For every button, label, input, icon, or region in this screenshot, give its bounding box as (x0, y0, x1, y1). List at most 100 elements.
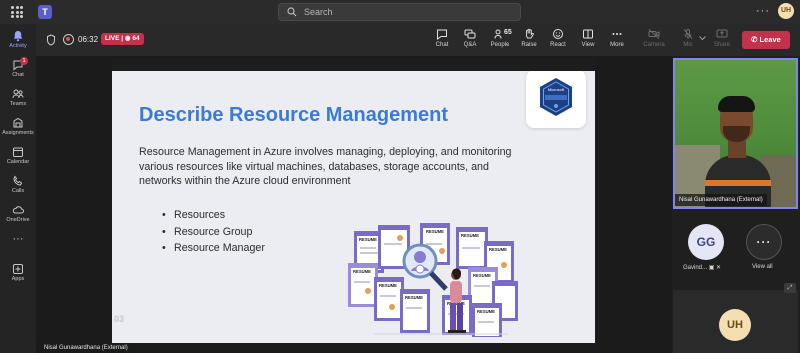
rail-label: Assignments (2, 130, 34, 136)
search-icon (287, 7, 297, 17)
chevron-down-icon[interactable] (699, 36, 706, 41)
presenter-name-label: Nisal Gunawardhana (External) (36, 343, 134, 353)
participant-avatar-gg[interactable]: GG (688, 224, 724, 260)
recording-icon (63, 34, 74, 45)
rail-item-calls[interactable]: Calls (0, 173, 36, 203)
live-label: LIVE (105, 35, 120, 42)
hand-icon (526, 28, 534, 39)
slide-bullets: Resources Resource Group Resource Manage… (162, 207, 265, 257)
more-options-icon[interactable]: ··· (756, 5, 770, 17)
search-input[interactable]: Search (278, 3, 521, 21)
rail-label: OneDrive (6, 217, 30, 223)
teams-icon (12, 89, 24, 99)
meeting-toolbar: 06:32 LIVE | ◉ 64 Chat Q&A 65 People Rai… (36, 24, 800, 56)
mic-label: Mic (683, 42, 693, 48)
more-label: More (610, 42, 624, 48)
slide-number: 03 (114, 314, 125, 324)
rail-item-calendar[interactable]: Calendar (0, 144, 36, 174)
rail-item-onedrive[interactable]: OneDrive (0, 202, 36, 232)
resume-label: RESUME (405, 295, 423, 300)
raise-label: Raise (521, 42, 537, 48)
rail-item-apps[interactable]: Apps (0, 261, 36, 291)
resume-illustration: RESUME RESUME RESUME RESUME RESUME RESUM… (348, 223, 518, 337)
qa-button[interactable]: Q&A (456, 28, 484, 48)
calendar-icon (13, 147, 23, 157)
presenter-video[interactable] (673, 58, 798, 209)
slide-header-band (112, 58, 595, 71)
video-person-stripe (705, 180, 771, 186)
leave-button[interactable]: ✆ Leave (742, 31, 790, 49)
rail-item-activity[interactable]: Activity (0, 28, 36, 58)
resume-label: RESUME (473, 273, 491, 278)
mic-off-icon (683, 29, 693, 39)
meeting-timer: 06:32 (78, 35, 99, 44)
participant-label-gg: Gavind... ▣ ✕ (683, 264, 721, 271)
people-button[interactable]: 65 People (486, 28, 514, 48)
live-badge: LIVE | ◉ 64 (101, 33, 144, 45)
react-label: React (550, 42, 566, 48)
camera-label: Camera (643, 42, 665, 48)
smile-icon (553, 29, 563, 39)
viewer-count: 64 (132, 35, 140, 42)
teams-logo-icon: T (38, 5, 52, 19)
search-placeholder: Search (304, 7, 333, 17)
rail-label: Activity (9, 43, 27, 49)
self-avatar: UH (719, 309, 751, 341)
people-label: People (490, 42, 510, 48)
view-button[interactable]: View (574, 28, 602, 48)
rail-item-chat[interactable]: 1 Chat (0, 57, 36, 87)
share-button[interactable]: Share (708, 28, 736, 48)
participant-name: Gavind... (683, 265, 708, 271)
resume-label: RESUME (477, 309, 495, 314)
resume-label: RESUME (359, 237, 377, 242)
resume-label: RESUME (353, 269, 371, 274)
video-name-label: Nisal Gunawardhana (External) (675, 194, 767, 206)
camera-button[interactable]: Camera (640, 28, 668, 48)
expand-icon[interactable]: ⤢ (784, 283, 796, 293)
chat-button[interactable]: Chat (428, 28, 456, 48)
rail-item-teams[interactable]: Teams (0, 86, 36, 116)
share-icon (716, 29, 728, 38)
view-all-button[interactable]: ··· (746, 224, 782, 260)
assignments-icon (13, 117, 23, 128)
rail-label: Chat (12, 72, 24, 78)
mic-off-icon: ✕ (716, 265, 722, 271)
more-button[interactable]: More (603, 28, 631, 48)
bullet-item: Resource Manager (162, 240, 265, 257)
chat-icon (437, 29, 447, 40)
leave-label: Leave (759, 35, 781, 44)
layout-icon (583, 29, 593, 39)
slide-title: Describe Resource Management (139, 104, 449, 126)
chat-label: Chat (435, 42, 449, 48)
phone-hangup-icon: ✆ (751, 35, 760, 44)
resume-label: RESUME (461, 233, 479, 238)
video-person-hair (718, 96, 755, 112)
resume-label: RESUME (489, 247, 507, 252)
raise-hand-button[interactable]: Raise (515, 28, 543, 48)
people-count: 65 (504, 29, 512, 36)
bell-icon (13, 31, 23, 42)
plus-icon (13, 264, 23, 274)
share-label: Share (713, 42, 730, 48)
rail-more-icon[interactable]: ··· (0, 233, 36, 245)
camera-off-icon (648, 29, 660, 39)
qa-icon (464, 29, 476, 39)
azure-badge-icon: Microsoft (540, 78, 572, 116)
rail-item-assignments[interactable]: Assignments (0, 115, 36, 145)
user-avatar[interactable]: UH (778, 3, 794, 19)
mic-button[interactable]: Mic (674, 28, 702, 48)
app-rail: Activity 1 Chat Teams Assignments Calend… (0, 24, 36, 353)
more-icon (612, 33, 622, 35)
react-button[interactable]: React (544, 28, 572, 48)
resume-label: RESUME (426, 229, 444, 234)
screen-share-icon: ▣ (708, 265, 717, 271)
rail-label: Apps (11, 276, 25, 282)
slide-paragraph: Resource Management in Azure involves ma… (139, 146, 512, 187)
title-bar: T Search ··· UH (0, 0, 800, 24)
rail-label: Teams (9, 101, 27, 107)
rail-label: Calls (11, 188, 25, 194)
phone-icon (13, 175, 23, 186)
app-launcher-icon[interactable] (11, 6, 23, 18)
qa-label: Q&A (463, 42, 477, 48)
cloud-icon (12, 206, 24, 214)
